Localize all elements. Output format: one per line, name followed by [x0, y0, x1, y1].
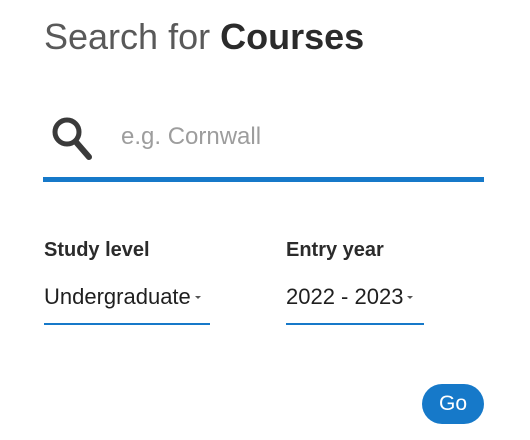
go-button[interactable]: Go	[422, 384, 484, 424]
caret-down-icon	[407, 296, 414, 300]
study-level-label: Study level	[44, 239, 150, 261]
entry-year-value: 2022 - 2023	[286, 284, 404, 309]
entry-year-group: Entry year 2022 - 2023	[286, 236, 424, 325]
entry-year-select[interactable]: 2022 - 2023	[286, 279, 424, 325]
study-level-select[interactable]: Undergraduate	[44, 279, 210, 325]
page-title-prefix: Search for	[44, 16, 211, 57]
caret-down-icon	[194, 296, 201, 300]
page-title-emphasis: Courses	[220, 16, 365, 57]
study-level-group: Study level Undergraduate	[44, 236, 210, 325]
study-level-value: Undergraduate	[44, 284, 191, 309]
search-field[interactable]	[43, 104, 484, 182]
search-icon	[50, 114, 94, 162]
search-input[interactable]	[121, 117, 461, 157]
page-title: Search for Courses	[44, 14, 364, 60]
entry-year-label: Entry year	[286, 239, 384, 261]
